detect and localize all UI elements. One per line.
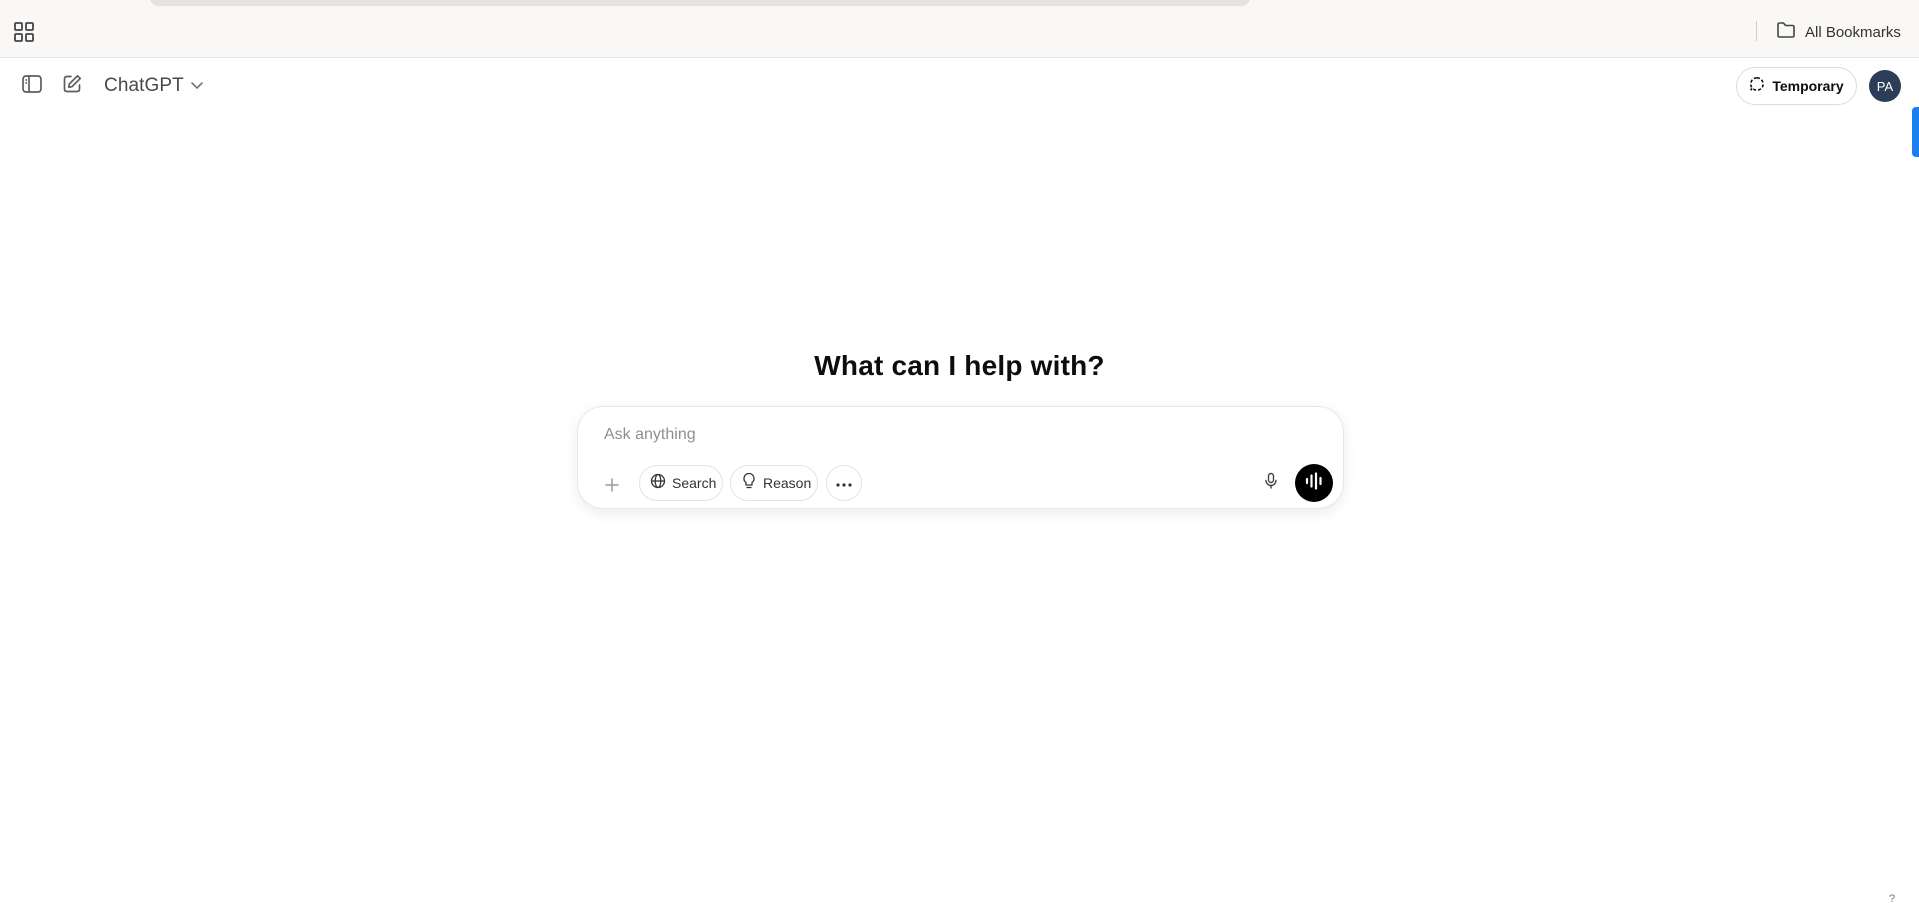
plus-icon [604,477,620,498]
user-avatar[interactable]: PA [1869,70,1901,102]
chevron-down-icon [190,77,204,95]
apps-grid-icon[interactable] [13,21,35,43]
address-bar[interactable] [150,0,1250,6]
app-header: ChatGPT Temporary PA [0,58,1919,114]
model-selector[interactable]: ChatGPT [96,70,212,102]
edit-icon [61,73,83,100]
attach-button[interactable] [594,469,630,505]
dashed-chat-bubble-icon [1749,76,1765,97]
prompt-input[interactable] [604,420,1304,450]
dictate-button[interactable] [1253,465,1289,501]
lightbulb-icon [741,472,757,495]
ellipsis-icon [836,474,852,492]
all-bookmarks-label: All Bookmarks [1805,23,1901,41]
search-label: Search [672,475,717,491]
page-title: What can I help with? [814,350,1105,381]
sidebar-toggle-button[interactable] [14,68,50,104]
prompt-composer: Search Reason [577,406,1344,509]
toolbar-divider [1756,21,1757,41]
new-chat-button[interactable] [54,68,90,104]
all-bookmarks-button[interactable]: All Bookmarks [1776,21,1901,43]
more-tools-button[interactable] [826,465,862,501]
sidebar-toggle-icon [21,74,43,99]
search-button[interactable]: Search [639,465,723,501]
globe-icon [650,473,666,494]
model-name: ChatGPT [104,75,184,96]
temporary-chat-button[interactable]: Temporary [1736,67,1857,105]
side-panel-handle[interactable] [1912,107,1919,157]
reason-button[interactable]: Reason [730,465,818,501]
help-button[interactable]: ? [1889,893,1895,905]
voice-mode-button[interactable] [1295,464,1333,502]
voice-waveform-icon [1304,471,1324,495]
microphone-icon [1264,472,1278,495]
reason-label: Reason [763,475,812,491]
folder-icon [1776,21,1796,44]
temporary-label: Temporary [1772,78,1844,94]
browser-toolbar: All Bookmarks [0,0,1919,58]
